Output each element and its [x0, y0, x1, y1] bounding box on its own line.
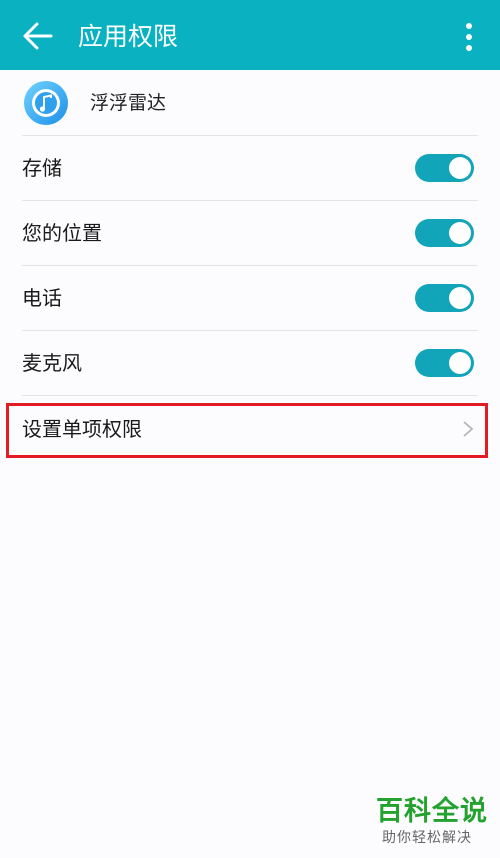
permission-row-location[interactable]: 您的位置	[0, 201, 500, 265]
toggle-knob	[449, 352, 471, 374]
watermark-title: 百科全说	[376, 796, 488, 827]
watermark: 百科全说 助你轻松解决	[376, 796, 488, 848]
permission-row-phone[interactable]: 电话	[0, 266, 500, 330]
location-toggle[interactable]	[415, 219, 474, 247]
toggle-knob	[449, 157, 471, 179]
microphone-toggle[interactable]	[415, 349, 474, 377]
permission-label: 存储	[22, 156, 62, 180]
permission-row-storage[interactable]: 存储	[0, 136, 500, 200]
highlight-annotation	[6, 403, 488, 458]
watermark-subtitle: 助你轻松解决	[382, 830, 472, 846]
permission-label: 电话	[22, 286, 62, 310]
page-title: 应用权限	[78, 22, 179, 51]
permission-label: 您的位置	[22, 221, 102, 245]
app-info-row: 浮浮雷达	[0, 70, 500, 135]
toggle-knob	[449, 222, 471, 244]
app-bar: 应用权限	[0, 0, 500, 70]
toggle-knob	[449, 287, 471, 309]
app-name: 浮浮雷达	[90, 92, 167, 114]
back-arrow-icon[interactable]	[22, 21, 54, 51]
more-options-icon[interactable]	[462, 22, 476, 52]
storage-toggle[interactable]	[415, 154, 474, 182]
permission-label: 麦克风	[22, 351, 82, 375]
permission-row-microphone[interactable]: 麦克风	[0, 331, 500, 395]
phone-toggle[interactable]	[415, 284, 474, 312]
music-note-icon	[24, 81, 68, 125]
